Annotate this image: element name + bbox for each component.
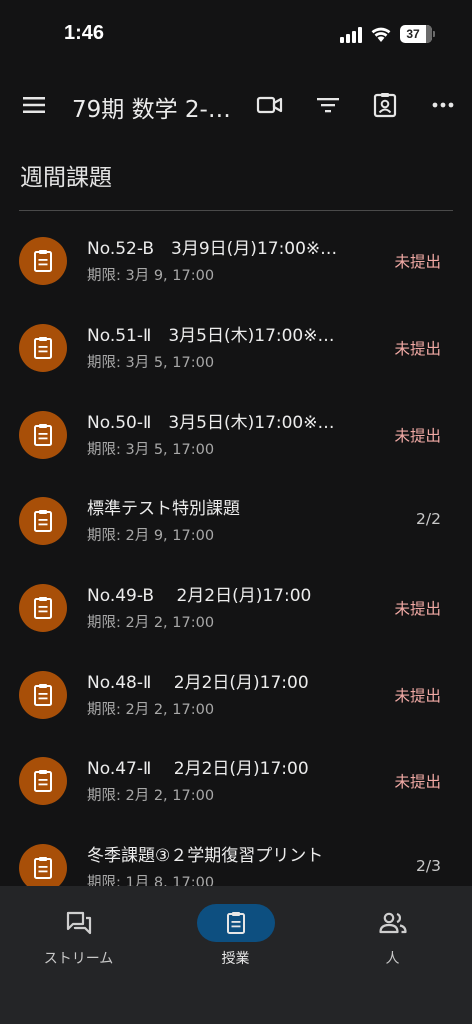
- assignment-title: No.49-B 2月2日(月)17:00: [87, 586, 312, 606]
- status-bar: 1:46 37: [0, 0, 472, 70]
- nav-icon-container-active: [196, 904, 275, 942]
- assignment-due-date: 期限: 2月 9, 17:00: [87, 528, 215, 544]
- assignment-title: No.52-B 3月9日(月)17:00※…: [87, 239, 338, 259]
- assignment-title: 標準テスト特別課題: [87, 499, 240, 519]
- assignment-icon: [19, 757, 67, 805]
- classwork-icon: [226, 912, 245, 934]
- menu-icon: [23, 97, 45, 113]
- nav-classwork[interactable]: 授業: [157, 904, 314, 968]
- assignment-title: 冬季課題③２学期復習プリント: [87, 846, 324, 866]
- assignment-icon: [19, 497, 67, 545]
- assignment-title: No.47-Ⅱ 2月2日(月)17:00: [87, 759, 309, 779]
- assignment-status: 2/2: [416, 510, 441, 528]
- battery-icon: 37: [400, 25, 432, 43]
- assignment-status: 未提出: [394, 687, 441, 705]
- topic-heading: 週間課題: [20, 165, 112, 191]
- wifi-icon: [370, 25, 392, 43]
- assignment-due-date: 期限: 2月 2, 17:00: [87, 702, 215, 718]
- assignment-icon: [19, 584, 67, 632]
- nav-people-label: 人: [385, 951, 400, 967]
- assignment-due-date: 期限: 3月 5, 17:00: [87, 442, 215, 458]
- nav-icon-container: [354, 904, 432, 942]
- assignment-due-date: 期限: 2月 2, 17:00: [87, 788, 215, 804]
- assignment-status: 未提出: [394, 427, 441, 445]
- more-icon: [432, 102, 454, 108]
- assignment-row[interactable]: No.52-B 3月9日(月)17:00※… 期限: 3月 9, 17:00 未…: [0, 216, 472, 302]
- assignment-row[interactable]: 冬季課題③２学期復習プリント 期限: 1月 8, 17:00 2/3: [0, 823, 472, 886]
- more-options-button[interactable]: [426, 88, 460, 122]
- assignment-status: 未提出: [394, 340, 441, 358]
- assignment-status: 未提出: [394, 773, 441, 791]
- assignment-due-date: 期限: 3月 9, 17:00: [87, 268, 215, 284]
- video-icon: [256, 96, 283, 114]
- assignment-row[interactable]: No.51-Ⅱ 3月5日(木)17:00※… 期限: 3月 5, 17:00 未…: [0, 303, 472, 389]
- filter-button[interactable]: [311, 88, 345, 122]
- assignment-icon: [19, 411, 67, 459]
- profile-icon: [373, 93, 397, 118]
- assignment-due-date: 期限: 1月 8, 17:00: [87, 875, 215, 886]
- assignment-list: No.52-B 3月9日(月)17:00※… 期限: 3月 9, 17:00 未…: [0, 216, 472, 886]
- divider: [19, 210, 453, 211]
- nav-stream-label: ストリーム: [43, 951, 114, 967]
- assignment-row[interactable]: No.50-Ⅱ 3月5日(木)17:00※… 期限: 3月 5, 17:00 未…: [0, 390, 472, 476]
- nav-people[interactable]: 人: [314, 904, 471, 968]
- assignment-row[interactable]: No.47-Ⅱ 2月2日(月)17:00 期限: 2月 2, 17:00 未提出: [0, 736, 472, 822]
- nav-classwork-label: 授業: [221, 951, 250, 967]
- assignment-title: No.51-Ⅱ 3月5日(木)17:00※…: [87, 326, 335, 346]
- assignment-icon: [19, 671, 67, 719]
- bottom-navigation: ストリーム 授業 人: [0, 886, 472, 1024]
- nav-icon-container: [40, 904, 118, 942]
- assignment-status: 2/3: [416, 857, 441, 875]
- assignment-row[interactable]: 標準テスト特別課題 期限: 2月 9, 17:00 2/2: [0, 476, 472, 562]
- assignment-icon: [19, 324, 67, 372]
- assignment-row[interactable]: No.48-Ⅱ 2月2日(月)17:00 期限: 2月 2, 17:00 未提出: [0, 650, 472, 736]
- assignment-row[interactable]: No.49-B 2月2日(月)17:00 期限: 2月 2, 17:00 未提出: [0, 563, 472, 649]
- profile-button[interactable]: [368, 88, 402, 122]
- app-bar: 79期 数学 2-…: [0, 76, 472, 136]
- battery-level: 37: [406, 27, 420, 41]
- assignment-icon: [19, 844, 67, 886]
- nav-stream[interactable]: ストリーム: [0, 904, 157, 968]
- assignment-status: 未提出: [394, 600, 441, 618]
- cellular-signal-icon: [340, 27, 364, 43]
- video-meet-button[interactable]: [253, 88, 287, 122]
- assignment-title: No.48-Ⅱ 2月2日(月)17:00: [87, 673, 309, 693]
- status-time: 1:46: [64, 22, 105, 44]
- assignment-due-date: 期限: 3月 5, 17:00: [87, 355, 215, 371]
- assignment-status: 未提出: [394, 253, 441, 271]
- assignment-title: No.50-Ⅱ 3月5日(木)17:00※…: [87, 413, 335, 433]
- stream-icon: [66, 911, 91, 935]
- class-title: 79期 数学 2-…: [72, 97, 231, 123]
- people-icon: [378, 912, 407, 934]
- filter-icon: [317, 98, 339, 113]
- assignment-icon: [19, 237, 67, 285]
- assignment-due-date: 期限: 2月 2, 17:00: [87, 615, 215, 631]
- menu-button[interactable]: [17, 88, 51, 122]
